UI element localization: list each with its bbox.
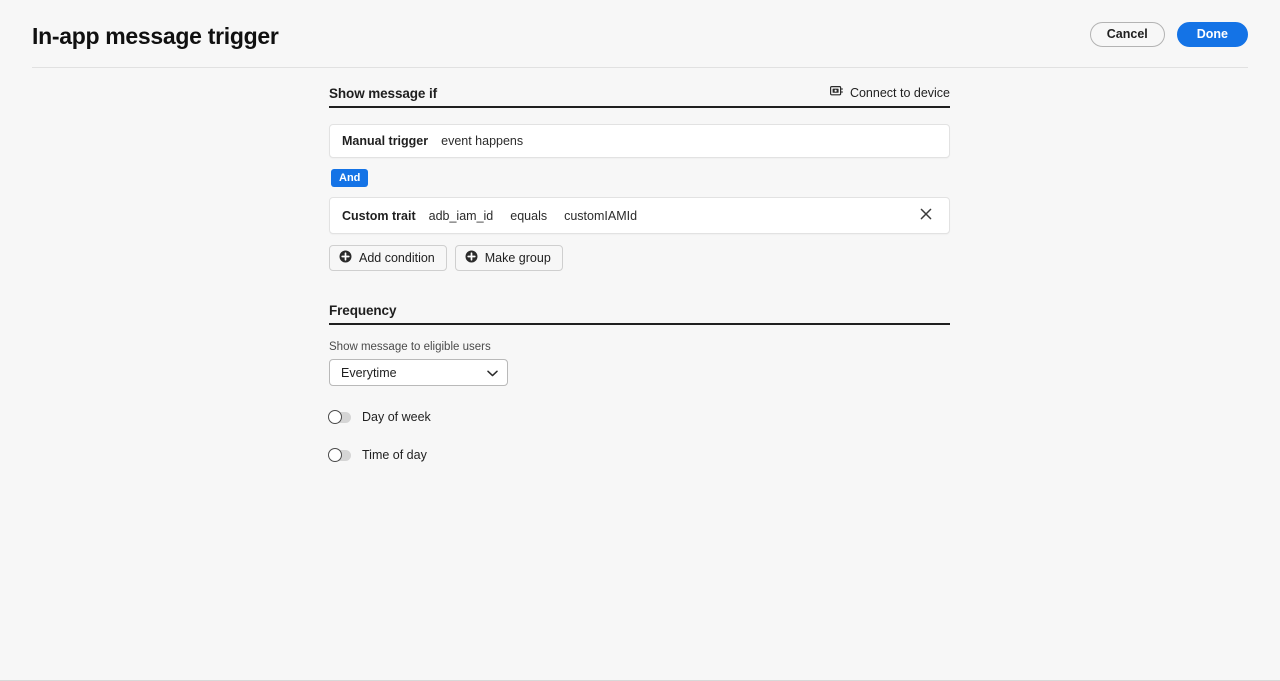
remove-condition-button[interactable] — [915, 205, 937, 227]
connect-to-device-button[interactable]: Connect to device — [829, 86, 950, 101]
make-group-label: Make group — [484, 251, 551, 265]
show-message-if-header: Show message if Connect to device — [329, 86, 950, 106]
page-content: Show message if Connect to device Manual… — [0, 68, 1280, 462]
condition-row-custom-trait[interactable]: Custom trait adb_iam_id equals customIAM… — [329, 197, 950, 234]
day-of-week-label: Day of week — [362, 410, 431, 424]
condition-operator[interactable]: equals — [510, 209, 547, 223]
add-condition-button[interactable]: Add condition — [329, 245, 447, 271]
show-message-if-title: Show message if — [329, 86, 438, 101]
condition-attribute[interactable]: adb_iam_id — [429, 209, 494, 223]
frequency-header: Frequency — [329, 303, 950, 323]
add-condition-label: Add condition — [359, 251, 435, 265]
make-group-button[interactable]: Make group — [454, 245, 563, 271]
cancel-button[interactable]: Cancel — [1089, 21, 1165, 47]
day-of-week-toggle[interactable] — [328, 409, 351, 424]
time-of-day-label: Time of day — [362, 448, 427, 462]
condition-type-label: Manual trigger — [342, 134, 429, 148]
frequency-select-label: Show message to eligible users — [329, 341, 491, 353]
condition-type-label: Custom trait — [342, 208, 416, 223]
chevron-down-icon — [487, 366, 498, 380]
connect-to-device-label: Connect to device — [849, 86, 950, 100]
condition-row-manual-trigger[interactable]: Manual trigger event happens — [329, 124, 950, 158]
trigger-panel: Show message if Connect to device Manual… — [328, 86, 950, 462]
time-of-day-toggle[interactable] — [328, 447, 351, 462]
condition-token[interactable]: event happens — [441, 134, 523, 148]
frequency-select-value: Everytime — [341, 365, 397, 380]
done-button[interactable]: Done — [1176, 21, 1248, 47]
toggle-knob — [328, 409, 342, 424]
show-message-if-rule — [329, 106, 950, 108]
header-divider — [32, 67, 1248, 68]
toggle-knob — [328, 447, 342, 462]
frequency-select[interactable]: Everytime — [329, 359, 508, 386]
page-header: In-app message trigger Cancel Done — [0, 0, 1280, 68]
page-title: In-app message trigger — [32, 22, 279, 49]
header-actions: Cancel Done — [1089, 21, 1248, 47]
condition-value[interactable]: customIAMId — [564, 209, 637, 223]
device-monitor-icon — [829, 86, 843, 100]
toggle-row-time-of-day[interactable]: Time of day — [328, 447, 950, 462]
frequency-title: Frequency — [329, 303, 397, 318]
toggle-row-day-of-week[interactable]: Day of week — [328, 409, 950, 424]
frequency-rule — [329, 323, 950, 325]
close-icon — [920, 208, 932, 223]
operator-and-badge[interactable]: And — [331, 169, 369, 187]
plus-circle-icon — [339, 250, 352, 266]
condition-actions: Add condition Make group — [329, 245, 950, 271]
plus-circle-icon — [465, 250, 478, 266]
